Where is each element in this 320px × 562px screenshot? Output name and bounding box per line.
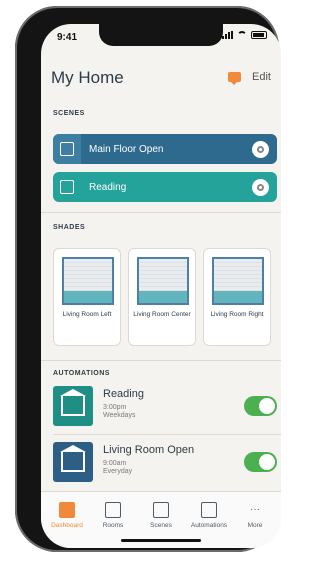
status-time: 9:41 [57,32,78,43]
automation-time: 9:00am [103,460,127,467]
battery-icon [251,31,267,39]
garage-icon-tile [53,442,93,482]
tab-bar: Dashboard Rooms Scenes Automations ··· M… [41,491,281,548]
shades-heading: SHADES [53,224,86,231]
scene-reading[interactable]: Reading [53,172,277,202]
tab-automations[interactable]: Automations [187,502,231,529]
app-screen: 9:41 My Home Edit SCENES Main Floor Open… [41,24,281,548]
signal-icon [222,31,233,39]
scene-label: Main Floor Open [89,143,164,155]
automations-heading: AUTOMATIONS [53,370,110,377]
automation-days: Everyday [103,468,133,475]
shade-living-room-left[interactable]: Living Room Left [53,248,121,346]
shade-name: Living Room Left [62,311,112,318]
garage-icon-tile [53,386,93,426]
book-icon [60,180,74,194]
header: My Home Edit [51,68,271,92]
calendar-icon [201,502,217,518]
window-icon-box [53,134,81,164]
shade-living-room-center[interactable]: Living Room Center [128,248,196,346]
shade-living-room-right[interactable]: Living Room Right [203,248,271,346]
automation-toggle[interactable] [244,396,277,416]
window-icon [60,142,74,156]
tab-label: Scenes [150,522,172,529]
edit-button[interactable]: Edit [252,71,271,83]
gear-icon[interactable] [252,178,269,196]
divider [41,360,281,361]
page-title: My Home [51,68,124,87]
divider [41,212,281,213]
more-icon: ··· [250,504,260,515]
shade-window-icon [137,257,189,305]
home-icon [59,502,75,518]
tab-label: Automations [190,522,228,529]
automation-reading[interactable]: Reading 3:00pm Weekdays [53,386,277,426]
divider [53,434,281,435]
shade-window-icon [62,257,114,305]
automation-living-room-open[interactable]: Living Room Open 9:00am Everyday [53,442,277,482]
tab-dashboard[interactable]: Dashboard [45,502,89,529]
automation-name: Reading [103,388,144,400]
automation-days: Weekdays [103,412,136,419]
garage-icon [60,389,86,416]
scene-label: Reading [89,181,127,193]
scenes-heading: SCENES [53,110,85,117]
garage-icon [60,445,86,472]
grid-icon [105,502,121,518]
shade-name: Living Room Right [210,311,264,318]
tab-label: Rooms [102,522,124,529]
chat-icon[interactable] [228,72,241,85]
phone-frame: 9:41 My Home Edit SCENES Main Floor Open… [15,6,281,552]
play-icon [153,502,169,518]
notch [99,24,223,46]
shade-window-icon [212,257,264,305]
wifi-icon [237,31,247,39]
automation-name: Living Room Open [103,444,195,456]
automation-time: 3:00pm [103,404,127,411]
tab-rooms[interactable]: Rooms [91,502,135,529]
home-indicator [121,539,201,542]
tab-scenes[interactable]: Scenes [139,502,183,529]
tab-label: Dashboard [51,522,83,529]
book-icon-box [53,172,81,202]
shade-name: Living Room Center [133,311,191,318]
status-icons [222,31,267,39]
scene-main-floor-open[interactable]: Main Floor Open [53,134,277,164]
gear-icon[interactable] [252,140,269,158]
tab-more[interactable]: ··· More [233,502,277,529]
automation-toggle[interactable] [244,452,277,472]
tab-label: More [247,522,263,529]
